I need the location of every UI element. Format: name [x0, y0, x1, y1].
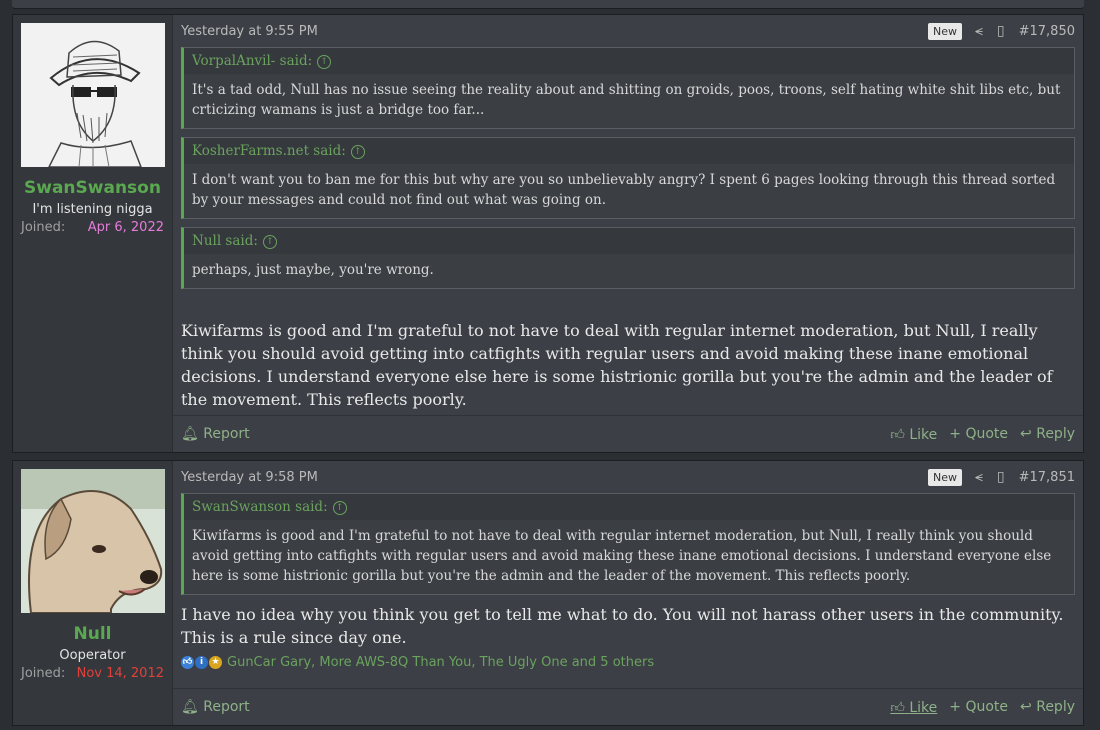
quote-block: SwanSwanson said: ↑ Kiwifarms is good and… — [181, 493, 1075, 595]
post-main: Yesterday at 9:58 PM New ⪪ ▯ #17,851 Swa… — [173, 461, 1083, 725]
quote-header[interactable]: Null said: ↑ — [184, 228, 1074, 254]
like-label: Like — [909, 426, 938, 443]
report-label: Report — [203, 699, 250, 715]
reply-button[interactable]: ↩︎ Reply — [1020, 426, 1075, 442]
username[interactable]: Null — [21, 624, 164, 644]
quote-block: Null said: ↑ perhaps, just maybe, you're … — [181, 227, 1075, 289]
quote-author[interactable]: SwanSwanson said: — [192, 499, 328, 515]
post-number[interactable]: #17,850 — [1019, 24, 1075, 39]
post-date[interactable]: Yesterday at 9:58 PM — [181, 470, 928, 485]
quote-text: I don't want you to ban me for this but … — [184, 164, 1074, 218]
user-title: Ooperator — [59, 648, 126, 663]
like-button[interactable]: 👍︎ Like — [890, 426, 937, 443]
user-sidebar: Null Ooperator Joined: Nov 14, 2012 — [13, 461, 173, 725]
post: SwanSwanson I'm listening nigga Joined: … — [12, 14, 1084, 453]
joined-label: Joined: — [21, 220, 66, 235]
post-body: Kiwifarms is good and I'm grateful to no… — [181, 321, 1053, 409]
share-icon[interactable]: ⪪ — [975, 469, 983, 485]
thumbs-up-icon: 👍︎ — [890, 426, 905, 443]
bookmark-icon[interactable]: ▯ — [997, 469, 1005, 485]
new-badge: New — [927, 22, 962, 40]
bell-icon: 🔔︎ — [181, 699, 199, 715]
post-body: I have no idea why you think you get to … — [181, 605, 1064, 647]
quote-text: It's a tad odd, Null has no issue seeing… — [184, 74, 1074, 128]
arrow-up-circle-icon[interactable]: ↑ — [350, 144, 365, 159]
plus-icon: + — [949, 426, 962, 442]
reaction-users[interactable]: GunCar Gary, More AWS-8Q Than You, The U… — [227, 655, 654, 670]
joined-label: Joined: — [21, 666, 66, 681]
quote-author[interactable]: KosherFarms.net said: — [192, 143, 346, 159]
report-button[interactable]: 🔔︎ Report — [181, 426, 878, 442]
informative-reaction-icon: i — [195, 656, 208, 669]
post-meta: Yesterday at 9:58 PM New ⪪ ▯ #17,851 — [181, 461, 1075, 493]
quote-header[interactable]: KosherFarms.net said: ↑ — [184, 138, 1074, 164]
share-icon[interactable]: ⪪ — [975, 23, 983, 39]
bell-icon: 🔔︎ — [181, 426, 199, 442]
reply-label: Reply — [1036, 699, 1075, 715]
plus-icon: + — [949, 699, 962, 715]
post: Null Ooperator Joined: Nov 14, 2012 Yest… — [12, 460, 1084, 726]
report-button[interactable]: 🔔︎ Report — [181, 699, 878, 715]
quote-header[interactable]: SwanSwanson said: ↑ — [184, 494, 1074, 520]
quote-label: Quote — [965, 699, 1009, 715]
post-meta: Yesterday at 9:55 PM New ⪪ ▯ #17,850 — [181, 15, 1075, 47]
reply-icon: ↩︎ — [1020, 426, 1032, 442]
arrow-up-circle-icon[interactable]: ↑ — [262, 234, 277, 249]
report-label: Report — [203, 426, 250, 442]
arrow-up-circle-icon[interactable]: ↑ — [332, 500, 347, 515]
reply-label: Reply — [1036, 426, 1075, 442]
user-sidebar: SwanSwanson I'm listening nigga Joined: … — [13, 15, 173, 452]
bookmark-icon[interactable]: ▯ — [997, 23, 1005, 39]
quote-button[interactable]: + Quote — [949, 699, 1008, 715]
quote-label: Quote — [965, 426, 1009, 442]
quote-block: KosherFarms.net said: ↑ I don't want you … — [181, 137, 1075, 219]
quote-author[interactable]: Null said: — [192, 233, 258, 249]
joined-row: Joined: Nov 14, 2012 — [21, 666, 164, 681]
joined-date: Nov 14, 2012 — [76, 666, 164, 681]
reply-icon: ↩︎ — [1020, 699, 1032, 715]
post-date[interactable]: Yesterday at 9:55 PM — [181, 24, 928, 39]
thumbs-up-icon: 👍︎ — [890, 699, 905, 716]
post-footer: 🔔︎ Report 👍︎ Like + Quote ↩︎ Reply — [173, 415, 1083, 452]
winner-reaction-icon: ★ — [209, 656, 222, 669]
like-button[interactable]: 👍︎ Like — [890, 699, 937, 716]
quote-button[interactable]: + Quote — [949, 426, 1008, 442]
post-number[interactable]: #17,851 — [1019, 470, 1075, 485]
new-badge: New — [927, 468, 962, 486]
avatar[interactable] — [21, 23, 165, 167]
joined-date: Apr 6, 2022 — [87, 220, 164, 235]
post-footer: 🔔︎ Report 👍︎ Like + Quote ↩︎ Reply — [173, 688, 1083, 725]
reactions-bar[interactable]: 👍︎ i ★ GunCar Gary, More AWS-8Q Than You… — [181, 655, 1075, 670]
quote-author[interactable]: VorpalAnvil- said: — [192, 53, 312, 69]
username[interactable]: SwanSwanson — [21, 178, 164, 198]
joined-row: Joined: Apr 6, 2022 — [21, 220, 164, 235]
quote-block: VorpalAnvil- said: ↑ It's a tad odd, Null… — [181, 47, 1075, 129]
previous-post-bottom — [12, 0, 1084, 9]
user-title: I'm listening nigga — [32, 202, 153, 217]
like-reaction-icon: 👍︎ — [181, 656, 194, 669]
quote-text: perhaps, just maybe, you're wrong. — [184, 254, 1074, 288]
avatar[interactable] — [21, 469, 165, 613]
arrow-up-circle-icon[interactable]: ↑ — [317, 54, 332, 69]
quote-header[interactable]: VorpalAnvil- said: ↑ — [184, 48, 1074, 74]
like-label: Like — [909, 699, 938, 716]
post-main: Yesterday at 9:55 PM New ⪪ ▯ #17,850 Vor… — [173, 15, 1083, 452]
reply-button[interactable]: ↩︎ Reply — [1020, 699, 1075, 715]
quote-text: Kiwifarms is good and I'm grateful to no… — [184, 520, 1074, 594]
